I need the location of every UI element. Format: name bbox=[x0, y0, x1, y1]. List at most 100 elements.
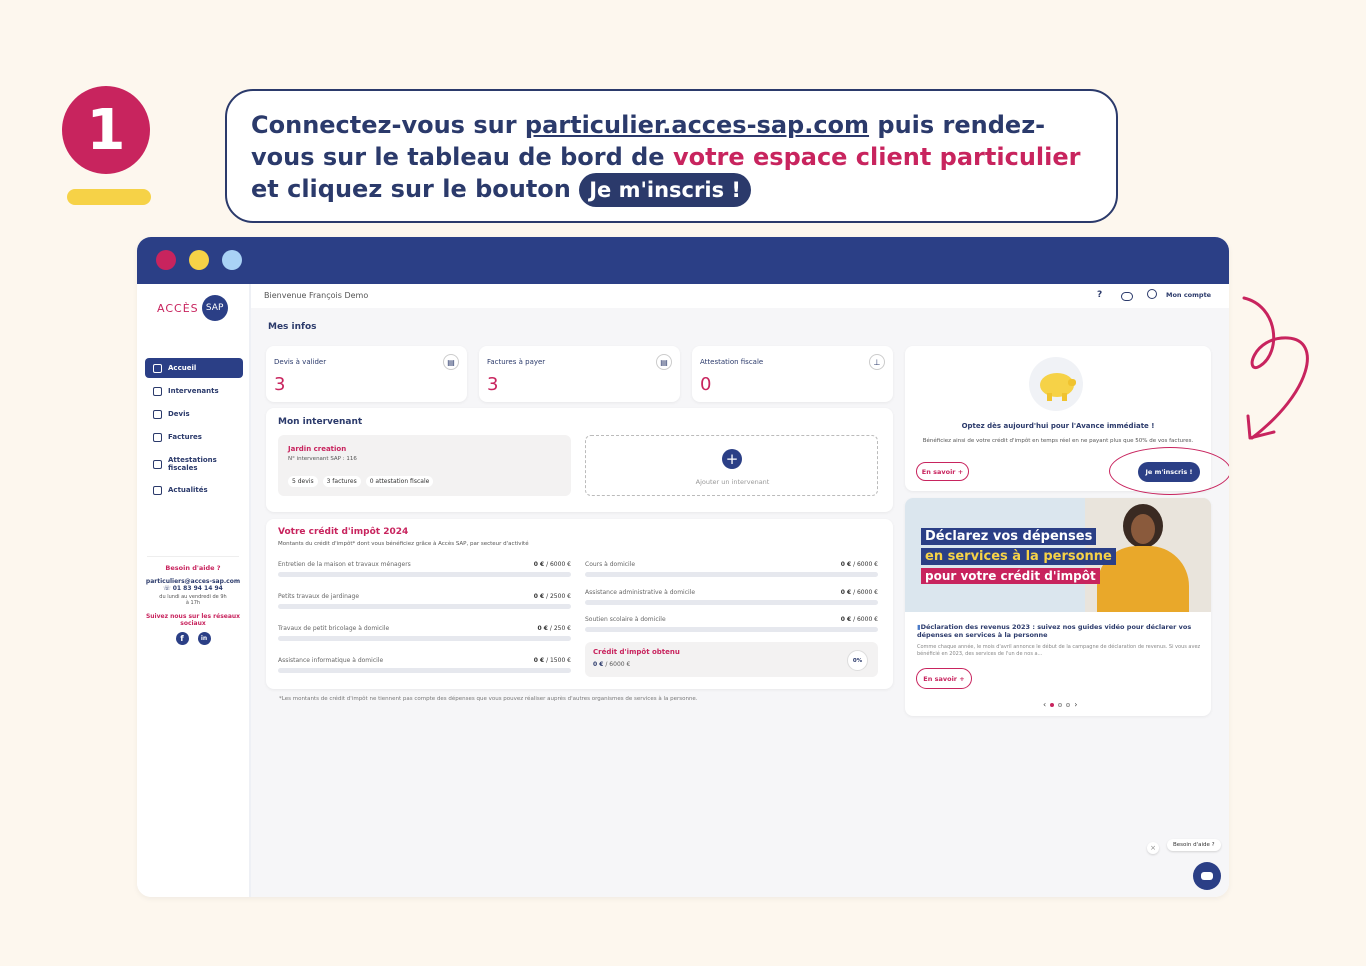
credit-row-max: / 6000 € bbox=[853, 616, 878, 623]
help-phone-row[interactable]: ☏ 01 83 94 14 94 bbox=[137, 585, 249, 592]
phone-icon: ☏ bbox=[163, 585, 173, 592]
close-icon[interactable]: × bbox=[1147, 842, 1159, 854]
credit-row-label: Cours à domicile bbox=[585, 561, 636, 568]
sidebar-item-attestations[interactable]: Attestations fiscales bbox=[145, 452, 243, 476]
sidebar-item-factures[interactable]: Factures bbox=[145, 427, 243, 447]
account-link[interactable]: Mon compte bbox=[1166, 291, 1211, 299]
sidebar-item-accueil[interactable]: Accueil bbox=[145, 358, 243, 378]
credit-row-label: Assistance informatique à domicile bbox=[278, 657, 384, 664]
kpi-value: 0 bbox=[700, 374, 712, 395]
news-learn-more-button[interactable]: En savoir + bbox=[916, 668, 972, 689]
credit-percent-badge: 0% bbox=[847, 650, 868, 671]
news-headline-row: ▮Déclaration des revenus 2023 : suivez n… bbox=[917, 623, 1201, 639]
intervenant-tag: 5 devis bbox=[288, 476, 318, 487]
promo-learn-more-button[interactable]: En savoir + bbox=[916, 462, 969, 481]
sidebar-item-label: Factures bbox=[168, 433, 202, 441]
window-dot-red bbox=[156, 250, 176, 270]
add-intervenant-button[interactable]: + Ajouter un intervenant bbox=[585, 435, 878, 496]
help-icon[interactable]: ? bbox=[1097, 290, 1102, 300]
credit-progress-bar bbox=[585, 572, 878, 577]
credit-row-value: 0 € bbox=[537, 625, 548, 632]
intervenant-number: N° intervenant SAP : 116 bbox=[288, 456, 357, 462]
help-title: Besoin d'aide ? bbox=[165, 564, 221, 572]
credit-obtained-box: Crédit d'impôt obtenu 0 € / 6000 € 0% bbox=[585, 642, 878, 677]
sidebar: ACCÈS SAP Accueil Intervenants Devis Fac… bbox=[137, 284, 251, 897]
credit-row: Assistance informatique à domicile 0 € / … bbox=[278, 657, 571, 673]
help-email[interactable]: particuliers@acces-sap.com bbox=[137, 578, 249, 585]
kpi-card-attestation[interactable]: Attestation fiscale 0 ⊥ bbox=[692, 346, 893, 402]
sidebar-divider bbox=[147, 556, 239, 557]
callout-text-1: Connectez-vous sur bbox=[251, 111, 525, 139]
document-icon: ▤ bbox=[443, 354, 459, 370]
sidebar-item-devis[interactable]: Devis bbox=[145, 404, 243, 424]
sidebar-item-actualites[interactable]: Actualités bbox=[145, 480, 243, 500]
news-headline: Déclaration des revenus 2023 : suivez no… bbox=[917, 623, 1192, 639]
window-dot-blue bbox=[222, 250, 242, 270]
promo-text: Bénéficiez ainsi de votre crédit d'impôt… bbox=[922, 438, 1194, 444]
credit-row-max: / 250 € bbox=[549, 625, 571, 632]
credit-progress-bar bbox=[278, 604, 571, 609]
sidebar-item-intervenants[interactable]: Intervenants bbox=[145, 381, 243, 401]
kpi-label: Attestation fiscale bbox=[700, 358, 764, 366]
kpi-card-devis[interactable]: Devis à valider 3 ▤ bbox=[266, 346, 467, 402]
callout-text-3: et cliquez sur le bouton bbox=[251, 175, 580, 203]
instruction-callout: Connectez-vous sur particulier.acces-sap… bbox=[225, 89, 1118, 223]
kpi-value: 3 bbox=[487, 374, 499, 395]
intervenant-item[interactable]: Jardin creation N° intervenant SAP : 116… bbox=[278, 435, 571, 496]
intervenant-name: Jardin creation bbox=[288, 445, 347, 453]
logo[interactable]: ACCÈS SAP bbox=[157, 295, 228, 321]
credit-row: Soutien scolaire à domicile 0 € / 6000 € bbox=[585, 616, 878, 632]
person-face bbox=[1131, 514, 1155, 544]
chat-launcher-button[interactable] bbox=[1193, 862, 1221, 890]
browser-window: ACCÈS SAP Accueil Intervenants Devis Fac… bbox=[137, 237, 1229, 897]
intervenant-title: Mon intervenant bbox=[278, 417, 363, 427]
intervenant-card: Mon intervenant Jardin creation N° inter… bbox=[266, 408, 893, 512]
credit-row-value: 0 € bbox=[840, 616, 852, 623]
carousel-controls: ‹ › bbox=[1043, 700, 1077, 709]
chat-icon[interactable] bbox=[1121, 292, 1133, 301]
credit-title: Votre crédit d'impôt 2024 bbox=[278, 527, 409, 537]
help-hours: du lundi au vendredi de 9h à 17h bbox=[159, 594, 227, 606]
credit-row-label: Soutien scolaire à domicile bbox=[585, 616, 666, 623]
credit-row-max: / 2500 € bbox=[546, 593, 571, 600]
credit-progress-bar bbox=[278, 636, 571, 641]
credit-row-label: Travaux de petit bricolage à domicile bbox=[278, 625, 390, 632]
curved-arrow-icon bbox=[1242, 296, 1309, 440]
credit-row-value: 0 € bbox=[840, 561, 852, 568]
piggy-bank-icon bbox=[1029, 357, 1083, 411]
credit-obtained-value: 0 € bbox=[593, 661, 604, 668]
credit-row-value: 0 € bbox=[840, 589, 852, 596]
kpi-card-factures[interactable]: Factures à payer 3 ▤ bbox=[479, 346, 680, 402]
welcome-text: Bienvenue François Demo bbox=[264, 291, 369, 300]
promo-title: Optez dès aujourd'hui pour l'Avance immé… bbox=[961, 422, 1155, 430]
chevron-left-icon[interactable]: ‹ bbox=[1043, 700, 1046, 709]
sidebar-item-label: Intervenants bbox=[168, 387, 219, 395]
credit-progress-bar bbox=[585, 600, 878, 605]
credit-card: Votre crédit d'impôt 2024 Montants du cr… bbox=[266, 519, 893, 689]
carousel-dot-active[interactable] bbox=[1050, 702, 1055, 707]
carousel-dot[interactable] bbox=[1066, 702, 1071, 707]
credit-row-max: / 6000 € bbox=[546, 561, 571, 568]
intervenant-tag: 3 factures bbox=[322, 476, 361, 487]
top-header bbox=[251, 284, 1229, 308]
plus-icon: + bbox=[722, 449, 742, 469]
credit-footnote: *Les montants de crédit d'impôt ne tienn… bbox=[279, 696, 698, 702]
credit-row-label: Entretien de la maison et travaux ménage… bbox=[278, 561, 411, 568]
intervenant-tag: 0 attestation fiscale bbox=[365, 476, 434, 487]
carousel-dot[interactable] bbox=[1058, 702, 1063, 707]
facebook-icon[interactable]: f bbox=[175, 632, 189, 645]
help-phone: 01 83 94 14 94 bbox=[172, 585, 223, 592]
credit-row: Travaux de petit bricolage à domicile 0 €… bbox=[278, 625, 571, 641]
news-body: Comme chaque année, le mois d'avril anno… bbox=[917, 644, 1201, 657]
user-icon[interactable] bbox=[1147, 289, 1157, 299]
sidebar-item-label: Actualités bbox=[168, 486, 208, 494]
chat-icon bbox=[1201, 872, 1213, 880]
chat-bubble-label[interactable]: Besoin d'aide ? bbox=[1167, 839, 1221, 851]
linkedin-icon[interactable]: in bbox=[197, 632, 211, 645]
add-intervenant-label: Ajouter un intervenant bbox=[695, 478, 770, 486]
credit-progress-bar bbox=[278, 572, 571, 577]
credit-row-value: 0 € bbox=[533, 593, 545, 600]
callout-link[interactable]: particulier.acces-sap.com bbox=[525, 111, 869, 139]
step-underline bbox=[67, 189, 151, 205]
chevron-right-icon[interactable]: › bbox=[1074, 700, 1077, 709]
